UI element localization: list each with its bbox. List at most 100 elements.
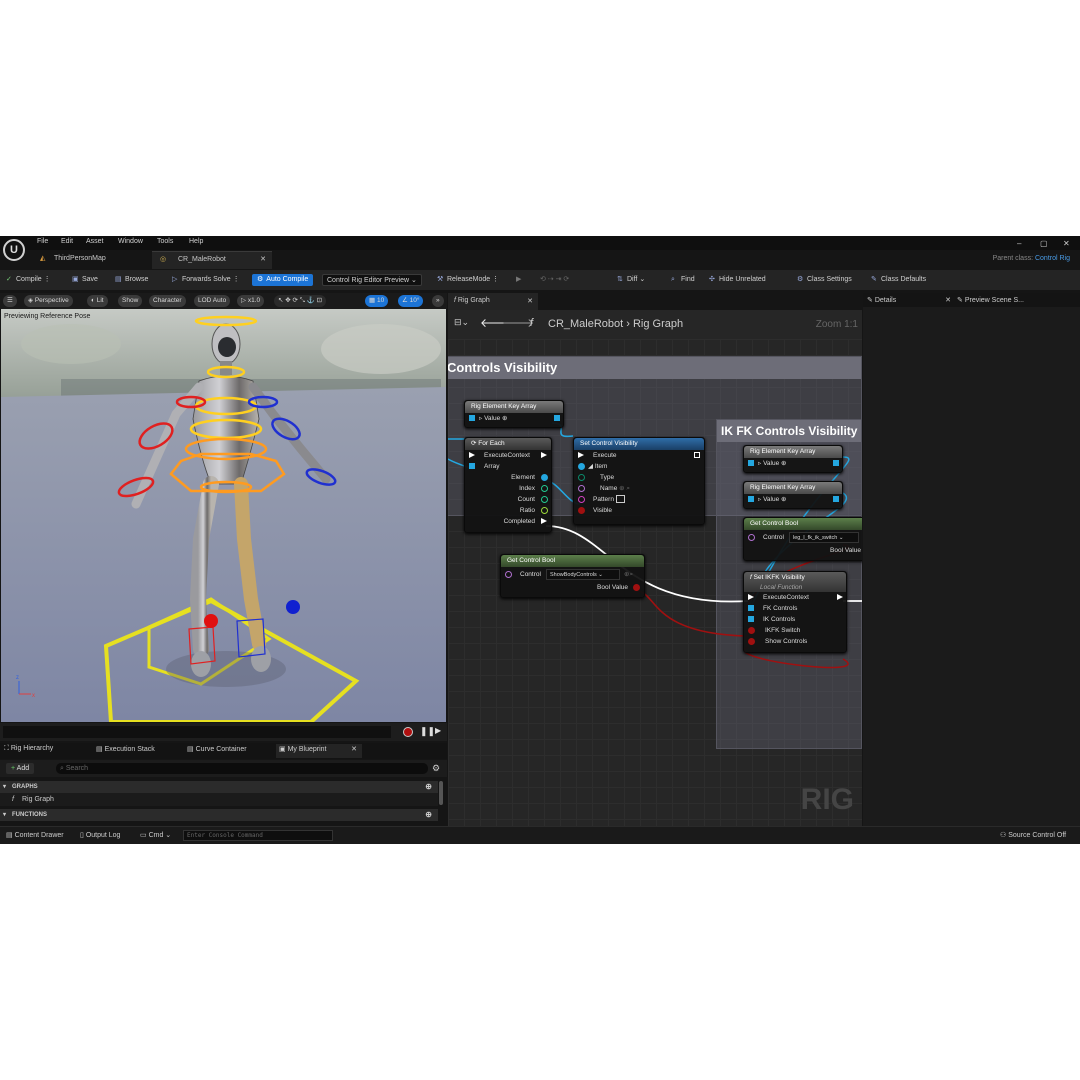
add-function-icon[interactable]: ⊕ [425,809,432,821]
right-ik-control[interactable] [286,600,300,614]
viewport-menu-button[interactable]: ☰ [3,295,17,307]
breadcrumb-graph[interactable]: Rig Graph [633,318,683,330]
preview-dropdown[interactable]: Control Rig Editor Preview ⌄ [322,274,422,286]
breadcrumb-asset[interactable]: CR_MaleRobot [548,318,623,330]
record-button[interactable] [403,727,413,737]
lit-button[interactable]: ◐ Lit [87,295,108,307]
close-tab-icon[interactable]: ✕ [527,297,533,305]
menu-edit[interactable]: Edit [61,238,73,245]
browse-button[interactable]: ▤ Browse [115,274,148,286]
node-get-control-bool[interactable]: Get Control Bool Control ShowBodyControl… [500,554,645,598]
pause-button[interactable]: ❚❚ [420,726,435,737]
lod-button[interactable]: LOD Auto [194,295,231,307]
content-drawer-button[interactable]: ▤ Content Drawer [6,831,64,839]
pin-value[interactable]: ▹ Value ⊕ [465,413,563,424]
close-window-icon[interactable]: ✕ [1063,239,1070,248]
character-button[interactable]: Character [149,295,186,307]
pin-count[interactable]: Count [465,494,551,505]
tab-rig-graph[interactable]: f Rig Graph ✕ [448,293,538,310]
pin-execute-context[interactable]: ExecuteContext [465,450,551,461]
add-graph-icon[interactable]: ⊕ [425,781,432,793]
pin-visible[interactable]: Visible [574,505,704,516]
menu-tools[interactable]: Tools [157,238,173,245]
tab-details[interactable]: ✎ Details ✕ [867,296,951,304]
timeline-scrubber[interactable] [3,726,391,738]
graph-canvas[interactable]: Controls Visibility IK FK Controls Visib… [448,339,862,827]
transform-tools[interactable]: ↖ ✥ ⟳ ⤡ ⚓ ⊡ [274,295,327,307]
node-rig-element-key-array[interactable]: Rig Element Key Array ▹ Value ⊕ [743,445,843,473]
class-defaults-button[interactable]: ✎ Class Defaults [871,274,926,286]
close-tab-icon[interactable]: ✕ [351,745,357,753]
console-input[interactable]: Enter Console Command [183,830,333,841]
node-set-control-visibility[interactable]: Set Control Visibility Execute ◢ Item Ty… [573,437,705,525]
pin-completed[interactable]: Completed [465,516,551,527]
compile-button[interactable]: ✓ Compile ⋮ [6,274,51,286]
pin-pattern[interactable]: Pattern [574,494,704,505]
pin-control[interactable]: Control ShowBodyControls ⌄ ⊕⌕ [501,567,644,582]
list-item-rig-graph[interactable]: f Rig Graph [0,793,438,806]
node-for-each[interactable]: ⟳ For Each ExecuteContext Array Element … [464,437,552,533]
more-options-icon[interactable]: » [432,295,444,307]
forwards-solve-button[interactable]: ▷ Forwards Solve ⋮ [172,274,240,286]
save-button[interactable]: ▣ Save [72,274,98,286]
class-settings-button[interactable]: ⚙ Class Settings [797,274,852,286]
pin-execute-context[interactable]: ExecuteContext [744,592,846,603]
menu-window[interactable]: Window [118,238,143,245]
pin-bool-value[interactable]: Bool Value [501,582,644,593]
search-input[interactable]: ⌕ Search [56,763,428,774]
pin-element[interactable]: Element [465,472,551,483]
pin-ik-controls[interactable]: IK Controls [744,614,846,625]
scrollbar[interactable] [439,781,443,805]
tab-cr-malerobot[interactable]: ◎ CR_MaleRobot ✕ [152,251,272,269]
output-log-button[interactable]: ▯ Output Log [80,831,120,839]
play-button[interactable]: ▶ [516,274,521,286]
tab-rig-hierarchy[interactable]: ⛶ Rig Hierarchy [4,745,53,753]
pin-index[interactable]: Index [465,483,551,494]
tab-my-blueprint[interactable]: ▣ My Blueprint ✕ [276,744,362,758]
pin-fk-controls[interactable]: FK Controls [744,603,846,614]
play-preview-button[interactable]: ▶ [435,726,441,735]
hide-unrelated-button[interactable]: ✣ Hide Unrelated [709,274,766,286]
grid-snap-button[interactable]: ▦ 10 [365,295,389,307]
unreal-logo-icon[interactable]: U [3,239,25,261]
release-mode-button[interactable]: ⚒ ReleaseMode ⋮ [437,274,499,286]
speed-button[interactable]: ▷ x1.0 [237,295,265,307]
tab-execution-stack[interactable]: ▤ Execution Stack [96,745,155,753]
menu-help[interactable]: Help [189,238,203,245]
functions-section-header[interactable]: ▾ FUNCTIONS ⊕ [0,809,438,821]
diff-button[interactable]: ⇅ Diff ⌄ [617,274,645,286]
node-rig-element-key-array[interactable]: Rig Element Key Array ▹ Value ⊕ [464,400,564,428]
pin-bool-value[interactable]: Bool Value [744,545,862,556]
pin-show-controls[interactable]: Show Controls [744,636,846,647]
cmd-dropdown[interactable]: ▭ Cmd ⌄ [140,831,171,839]
rotation-snap-button[interactable]: ∠ 10° [398,295,424,307]
pin-name[interactable]: Name ⊕ ⌕ [574,483,704,494]
pattern-field[interactable] [615,495,625,504]
node-rig-element-key-array[interactable]: Rig Element Key Array ▹ Value ⊕ [743,481,843,509]
auto-compile-toggle[interactable]: ⚙ Auto Compile [252,274,314,286]
pin-type[interactable]: Type [574,472,704,483]
minimize-icon[interactable]: – [1017,239,1021,248]
close-tab-icon[interactable]: ✕ [945,296,951,304]
node-get-control-bool[interactable]: Get Control Bool Control leg_l_fk_ik_swi… [743,517,862,561]
pin-value[interactable]: ▹ Value ⊕ [744,458,842,469]
debug-step-buttons[interactable]: ⟲ ⇢ ⇥ ⟳ [540,274,569,286]
left-ik-control[interactable] [204,614,218,628]
tab-preview-scene[interactable]: ✎ Preview Scene S... [957,296,1024,304]
pin-item[interactable]: ◢ Item [574,461,704,472]
restore-icon[interactable]: ▢ [1040,239,1048,248]
graphs-section-header[interactable]: ▾ GRAPHS ⊕ [0,781,438,793]
close-tab-icon[interactable]: ✕ [260,255,266,263]
gear-icon[interactable]: ⚙ [432,763,440,774]
control-name-dropdown[interactable]: ShowBodyControls ⌄ [546,569,620,580]
perspective-button[interactable]: ◈ Perspective [24,295,73,307]
add-button[interactable]: + Add [6,763,35,774]
show-button[interactable]: Show [118,295,143,307]
source-control-button[interactable]: ⚇ Source Control Off [1000,831,1066,839]
node-set-ikfk-visibility[interactable]: f Set IKFK Visibility Local Function Exec… [743,571,847,653]
parent-class-link[interactable]: Control Rig [1035,255,1070,262]
pin-control[interactable]: Control leg_l_fk_ik_switch ⌄ [744,530,862,545]
find-button[interactable]: ⌕ Find [671,274,695,286]
pin-array[interactable]: Array [465,461,551,472]
tab-curve-container[interactable]: ▤ Curve Container [187,745,247,753]
